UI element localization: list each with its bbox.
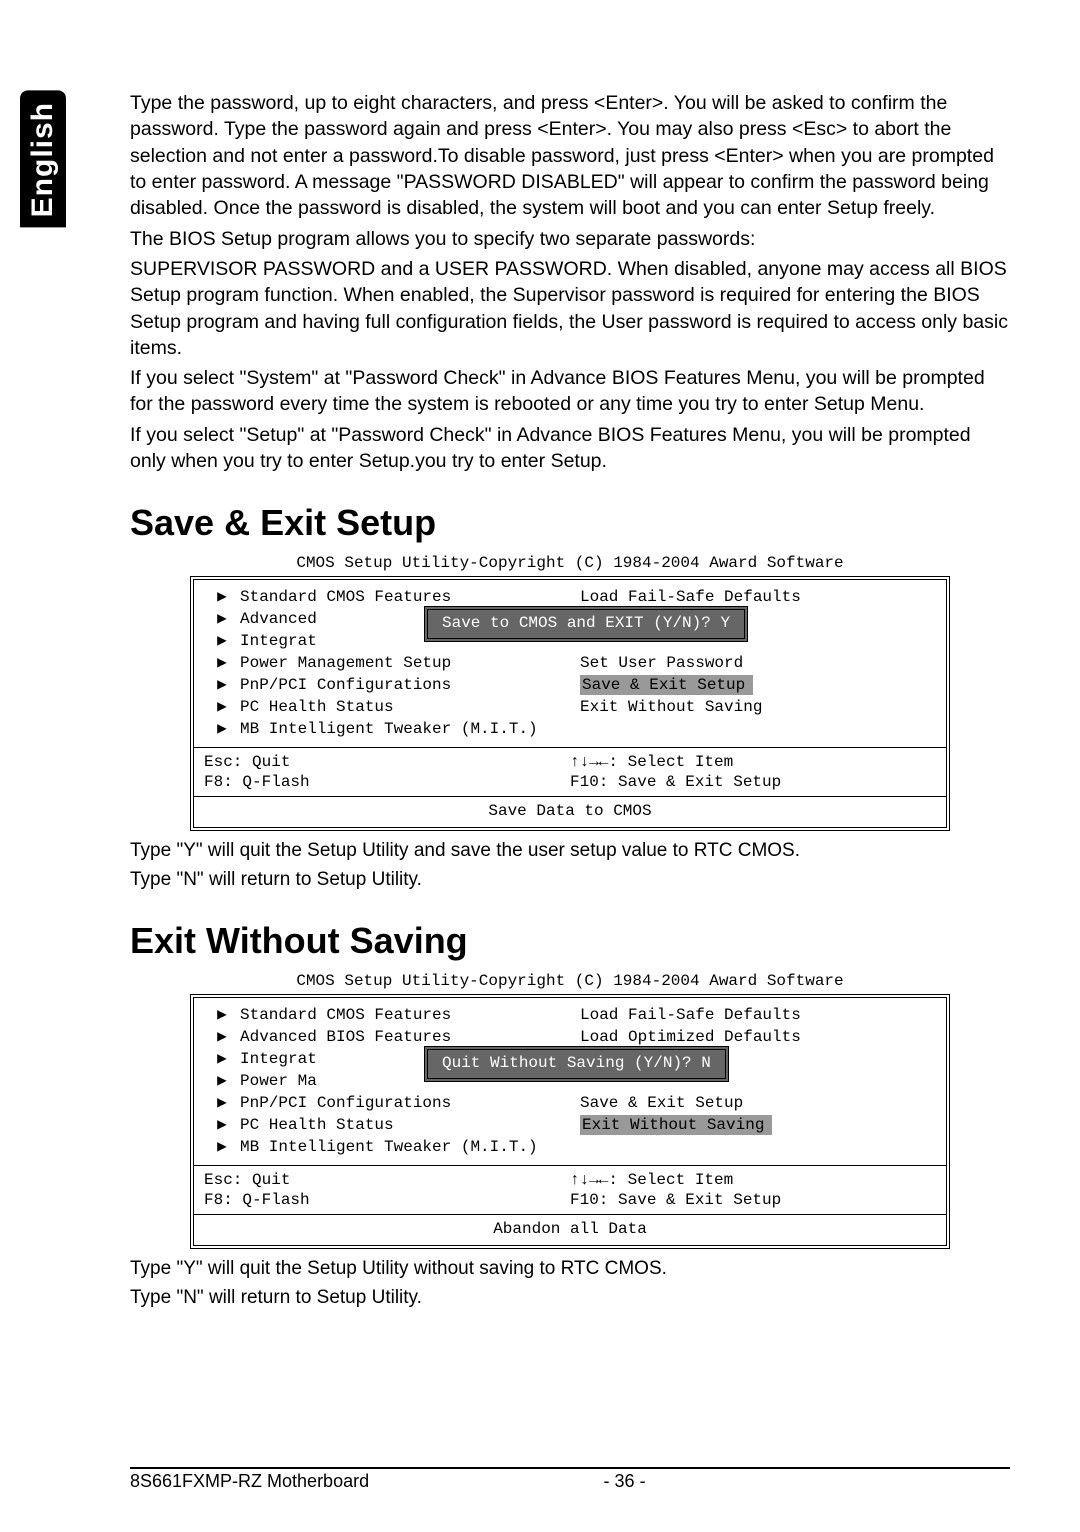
quit-dialog[interactable]: Quit Without Saving (Y/N)? N	[424, 1046, 729, 1082]
triangle-icon: ▶	[204, 1049, 240, 1071]
menu-item[interactable]: Save & Exit Setup	[580, 1092, 936, 1114]
bios-keys-2: Esc: Quit F8: Q-Flash ↑↓→←: Select Item …	[194, 1166, 946, 1215]
key-hint: Esc: Quit	[204, 1170, 570, 1190]
triangle-icon: ▶	[204, 587, 240, 609]
triangle-icon: ▶	[204, 1093, 240, 1115]
key-hint: F10: Save & Exit Setup	[570, 1190, 936, 1210]
bios-box-2: ▶Standard CMOS Features ▶Advanced BIOS F…	[190, 994, 950, 1249]
key-hint: ↑↓→←: Select Item	[570, 752, 936, 772]
key-hint: F8: Q-Flash	[204, 772, 570, 792]
triangle-icon: ▶	[204, 1071, 240, 1093]
intro-para-1: Type the password, up to eight character…	[130, 90, 1010, 222]
bios-box-1: ▶Standard CMOS Features ▶Advanced ▶Integ…	[190, 576, 950, 831]
menu-item-selected[interactable]: Exit Without Saving	[580, 1114, 936, 1136]
section-title-save-exit: Save & Exit Setup	[130, 502, 1010, 544]
triangle-icon: ▶	[204, 1137, 240, 1159]
key-hint: ↑↓→←: Select Item	[570, 1170, 936, 1190]
page-footer: 8S661FXMP-RZ Motherboard - 36 -	[130, 1467, 1010, 1492]
save-dialog[interactable]: Save to CMOS and EXIT (Y/N)? Y	[424, 606, 748, 642]
menu-item[interactable]: ▶PnP/PCI Configurations	[204, 1092, 560, 1114]
triangle-icon: ▶	[204, 675, 240, 697]
language-tab: English	[20, 90, 66, 227]
menu-item[interactable]: ▶PC Health Status	[204, 1114, 560, 1136]
intro-text: Type the password, up to eight character…	[130, 90, 1010, 474]
intro-para-3: SUPERVISOR PASSWORD and a USER PASSWORD.…	[130, 256, 1010, 361]
menu-item[interactable]: Load Fail-Safe Defaults	[580, 586, 936, 608]
key-hint: F8: Q-Flash	[204, 1190, 570, 1210]
intro-para-5: If you select "Setup" at "Password Check…	[130, 422, 1010, 475]
after-text-2a: Type "Y" will quit the Setup Utility wit…	[130, 1257, 1010, 1282]
menu-item[interactable]: Set User Password	[580, 652, 936, 674]
after-text-1b: Type "N" will return to Setup Utility.	[130, 868, 1010, 893]
menu-item[interactable]: ▶PC Health Status	[204, 696, 560, 718]
key-hint: F10: Save & Exit Setup	[570, 772, 936, 792]
menu-item[interactable]: ▶Power Management Setup	[204, 652, 560, 674]
bios-status-2: Abandon all Data	[194, 1215, 946, 1245]
menu-item[interactable]: Load Optimized Defaults	[580, 1026, 936, 1048]
menu-item[interactable]: ▶PnP/PCI Configurations	[204, 674, 560, 696]
key-hint: Esc: Quit	[204, 752, 570, 772]
triangle-icon: ▶	[204, 653, 240, 675]
menu-item[interactable]: ▶MB Intelligent Tweaker (M.I.T.)	[204, 718, 560, 740]
footer-page-number: - 36 -	[239, 1471, 1010, 1492]
menu-item[interactable]: ▶Advanced BIOS Features	[204, 1026, 560, 1048]
menu-item[interactable]: Exit Without Saving	[580, 696, 936, 718]
bios-keys-1: Esc: Quit F8: Q-Flash ↑↓→←: Select Item …	[194, 748, 946, 797]
bios-status-1: Save Data to CMOS	[194, 797, 946, 827]
section-title-exit-without-saving: Exit Without Saving	[130, 920, 1010, 962]
bios-header-1: CMOS Setup Utility-Copyright (C) 1984-20…	[130, 554, 1010, 572]
triangle-icon: ▶	[204, 609, 240, 631]
triangle-icon: ▶	[204, 1115, 240, 1137]
triangle-icon: ▶	[204, 697, 240, 719]
menu-item-selected[interactable]: Save & Exit Setup	[580, 674, 936, 696]
menu-item[interactable]: ▶Standard CMOS Features	[204, 586, 560, 608]
menu-item[interactable]: Load Fail-Safe Defaults	[580, 1004, 936, 1026]
after-text-2b: Type "N" will return to Setup Utility.	[130, 1286, 1010, 1311]
after-text-1a: Type "Y" will quit the Setup Utility and…	[130, 839, 1010, 864]
triangle-icon: ▶	[204, 631, 240, 653]
intro-para-2: The BIOS Setup program allows you to spe…	[130, 226, 1010, 252]
menu-item[interactable]: ▶Standard CMOS Features	[204, 1004, 560, 1026]
triangle-icon: ▶	[204, 1005, 240, 1027]
triangle-icon: ▶	[204, 719, 240, 741]
intro-para-4: If you select "System" at "Password Chec…	[130, 365, 1010, 418]
triangle-icon: ▶	[204, 1027, 240, 1049]
menu-item[interactable]: ▶MB Intelligent Tweaker (M.I.T.)	[204, 1136, 560, 1158]
bios-header-2: CMOS Setup Utility-Copyright (C) 1984-20…	[130, 972, 1010, 990]
